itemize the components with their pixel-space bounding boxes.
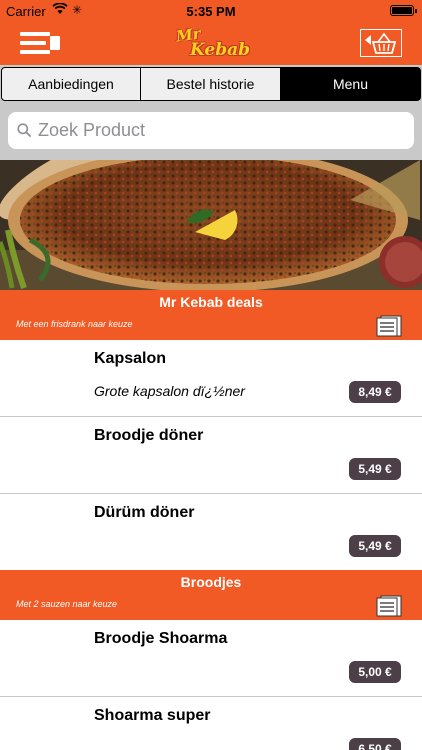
search-box[interactable] (8, 112, 414, 149)
product-name: Shoarma super (94, 707, 211, 724)
product-name: Broodje döner (94, 427, 204, 444)
search-icon (17, 123, 31, 137)
product-name: Broodje Shoarma (94, 630, 228, 647)
section-title: Broodjes (180, 574, 242, 590)
search-input[interactable] (38, 117, 408, 144)
section-header: Broodjes Met 2 sauzen naar keuze (0, 570, 422, 620)
price-badge: 5,00 € (349, 661, 401, 683)
list-item[interactable]: Broodje döner 5,49 € (0, 417, 422, 494)
price-badge: 5,49 € (349, 535, 401, 557)
section-subtitle: Met 2 sauzen naar keuze (16, 599, 118, 609)
product-description: Grote kapsalon dï¿½ner (94, 383, 245, 399)
tab-aanbiedingen[interactable]: Aanbiedingen (1, 67, 141, 101)
status-time: 5:35 PM (186, 4, 236, 19)
brand-logo: Mr Kebab (174, 24, 251, 60)
tab-bestel-historie[interactable]: Bestel historie (140, 67, 281, 101)
price-badge: 6,50 € (349, 738, 401, 750)
list-item[interactable]: Kapsalon Grote kapsalon dï¿½ner 8,49 € (0, 340, 422, 417)
price-badge: 5,49 € (349, 458, 401, 480)
search-bar (0, 103, 422, 160)
status-bar: Carrier ✳ 5:35 PM (0, 0, 422, 22)
hero-image (0, 160, 422, 290)
menu-icon[interactable] (20, 30, 64, 56)
product-name: Dürüm döner (94, 504, 195, 521)
basket-icon[interactable] (360, 29, 402, 57)
price-badge: 8,49 € (349, 381, 401, 403)
section-subtitle: Met een frisdrank naar keuze (16, 319, 133, 329)
list-item[interactable]: Broodje Shoarma 5,00 € (0, 620, 422, 697)
tab-menu[interactable]: Menu (280, 67, 421, 101)
document-icon[interactable] (376, 315, 402, 337)
list-item[interactable]: Shoarma super 6,50 € (0, 697, 422, 750)
document-icon[interactable] (376, 595, 402, 617)
section-title: Mr Kebab deals (159, 294, 263, 310)
product-name: Kapsalon (94, 350, 167, 367)
segmented-tabs: Aanbiedingen Bestel historie Menu (0, 65, 422, 103)
section-header: Mr Kebab deals Met een frisdrank naar ke… (0, 290, 422, 340)
nav-bar: Mr Kebab (0, 22, 422, 65)
list-item[interactable]: Dürüm döner 5,49 € (0, 494, 422, 571)
battery-icon (390, 5, 417, 16)
